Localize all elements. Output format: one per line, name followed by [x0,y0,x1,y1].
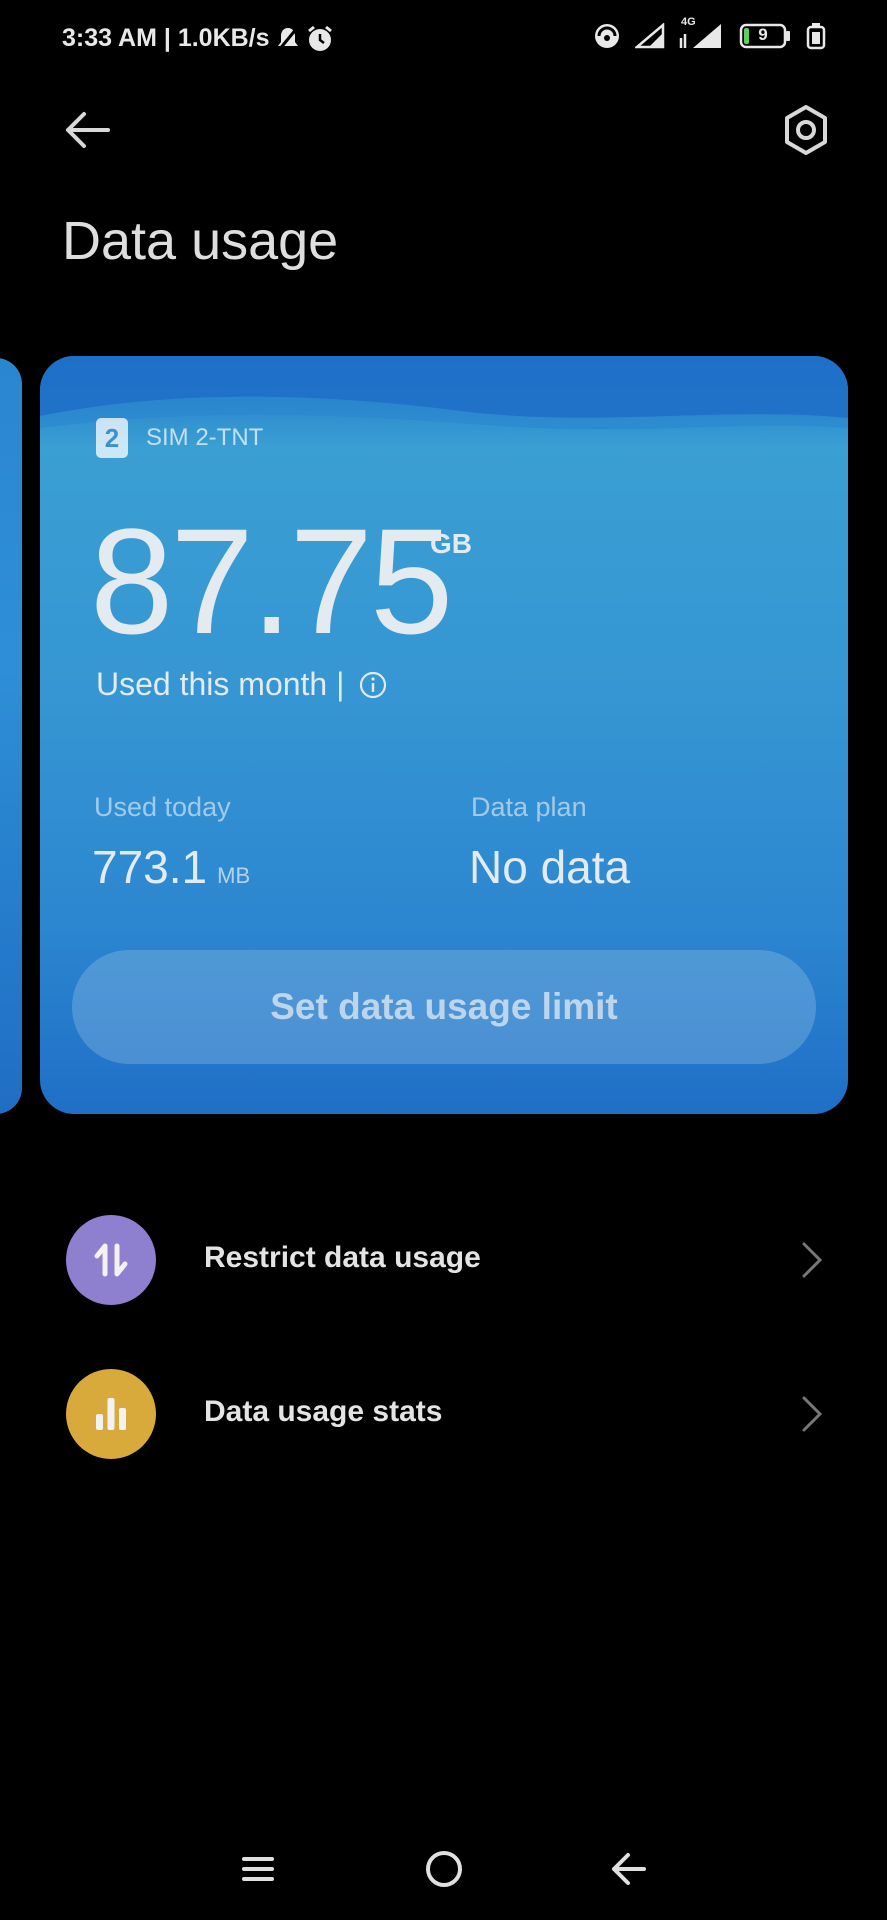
previous-sim-card[interactable] [0,358,22,1114]
data-plan-label: Data plan [471,792,587,822]
menu-item-data-stats[interactable]: Data usage stats [0,1349,887,1479]
set-data-limit-button[interactable]: Set data usage limit [72,950,816,1064]
used-today-row: 773.1 MB [92,840,250,894]
data-plan-value: No data [469,841,631,893]
restrict-data-icon [66,1215,156,1305]
network-type: 4G [681,16,696,28]
sim-row: 2 SIM 2-TNT [96,418,263,458]
wave-decoration [40,356,848,430]
battery-saver-icon [806,23,826,50]
notification-bell-icon [277,26,298,51]
alarm-icon [307,25,332,51]
home-circle-icon [426,1851,462,1887]
signal-sim2: 4G [679,16,725,50]
sim-label: SIM 2-TNT [146,424,264,451]
status-right: 4G 9 [593,16,827,50]
sim-data-card[interactable]: 2 SIM 2-TNT 87.75 GB Used this month | U… [40,356,848,1114]
chevron-right-icon [802,1242,823,1278]
nav-back-button[interactable] [598,1844,658,1894]
menu-item-label: Data usage stats [204,1395,443,1428]
menu-lines-icon [242,1857,274,1881]
battery-level: 9 [758,25,768,44]
navigation-bar [0,1820,887,1920]
battery: 9 [739,23,791,49]
home-button[interactable] [414,1844,474,1894]
status-left: 3:33 AM | 1.0KB/s [62,24,334,53]
back-button[interactable] [60,100,120,160]
used-month-value: 87.75 [90,497,453,665]
used-month-row[interactable]: Used this month | [96,666,388,703]
gear-icon [785,105,827,155]
menu-item-restrict-data[interactable]: Restrict data usage [0,1195,887,1325]
used-today-label: Used today [94,792,231,822]
used-today-value: 773.1 [92,841,208,893]
used-today-unit: MB [217,863,251,888]
info-icon[interactable] [358,670,388,700]
menu-item-label: Restrict data usage [204,1241,481,1274]
status-bar: 3:33 AM | 1.0KB/s 4G 9 [0,0,887,80]
page-title: Data usage [62,211,339,271]
chevron-right-icon [802,1396,823,1432]
used-month-unit: GB [430,528,472,559]
back-arrow-icon [66,112,110,148]
status-time-speed: 3:33 AM | 1.0KB/s [62,24,270,52]
back-chevron-icon [612,1853,646,1885]
used-month-label: Used this month | [96,666,345,702]
bar-chart-icon [66,1369,156,1459]
sim-badge-icon: 2 [96,418,128,458]
settings-button[interactable] [776,100,836,160]
signal-sim1-icon [635,23,665,49]
recent-apps-button[interactable] [228,1844,288,1894]
hotspot-icon [595,24,619,48]
